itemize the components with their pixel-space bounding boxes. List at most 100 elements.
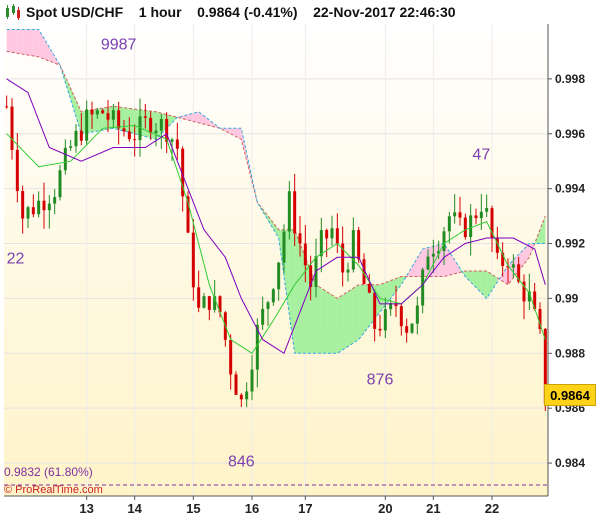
candle-body <box>95 110 99 115</box>
cloud-segment <box>33 29 39 57</box>
candle-body <box>47 203 51 211</box>
candle-body <box>282 231 286 263</box>
price-chart: 0.9980.9960.9940.9920.990.9880.9860.9841… <box>4 24 585 516</box>
candle-body <box>175 139 179 149</box>
cloud-segment <box>22 29 28 56</box>
candle-body <box>101 110 105 114</box>
price-label: 0.9864 <box>197 4 240 20</box>
candle-body <box>21 191 25 219</box>
x-tick-label: 16 <box>245 501 259 516</box>
candle-body <box>261 308 265 325</box>
change-label: (-0.41%) <box>243 4 298 20</box>
candle-body <box>293 191 297 234</box>
x-tick-label: 17 <box>298 501 312 516</box>
candle-body <box>90 109 94 115</box>
cloud-segment <box>294 229 300 354</box>
candle-body <box>53 197 57 204</box>
candle-body <box>335 228 339 244</box>
candle-body <box>463 217 467 238</box>
candle-body <box>287 191 291 232</box>
y-tick-label: 0.99 <box>555 291 579 305</box>
candle-body <box>442 231 446 251</box>
candle-body <box>325 230 329 239</box>
candle-body <box>106 113 110 120</box>
timeframe-label: 1 hour <box>138 4 182 20</box>
cloud-segment <box>129 108 135 134</box>
candle-body <box>479 211 483 219</box>
cloud-segment <box>332 294 338 354</box>
y-tick-label: 0.988 <box>555 346 585 360</box>
candle-body <box>154 130 158 134</box>
datetime-label: 22-Nov-2017 22:46:30 <box>313 4 456 20</box>
plot-background <box>4 24 548 496</box>
candle-body <box>303 243 307 266</box>
candle-body <box>127 131 131 140</box>
candle-body <box>458 212 462 218</box>
candle-body <box>117 110 121 129</box>
candle-body <box>10 106 14 150</box>
candle-body <box>26 207 30 219</box>
candle-body <box>399 306 403 327</box>
candlestick-icon <box>6 4 20 20</box>
chart-title-bar: Spot USD/CHF 1 hour 0.9864 (-0.41%) 22-N… <box>0 0 552 24</box>
chart-container: 0.998 0.996 0.994 0.992 0.99 0.988 0.986 0.984 1… <box>0 0 600 519</box>
y-tick-label: 0.992 <box>555 237 585 251</box>
candle-body <box>69 146 73 148</box>
candle-body <box>133 139 137 141</box>
candle-body <box>143 116 147 118</box>
candle-body <box>378 328 382 331</box>
cloud-segment <box>348 288 354 347</box>
candle-body <box>37 200 41 215</box>
candle-body <box>330 228 334 239</box>
swing-annotation: 9987 <box>101 37 137 54</box>
x-tick-label: 13 <box>79 501 93 516</box>
cloud-segment <box>6 29 12 53</box>
candle-body <box>234 374 238 395</box>
cloud-segment <box>353 284 359 344</box>
candle-body <box>250 369 254 392</box>
candle-body <box>426 256 430 270</box>
candle-body <box>367 283 371 293</box>
candle-body <box>245 391 249 400</box>
candle-body <box>74 130 78 147</box>
candle-body <box>207 296 211 310</box>
candle-body <box>277 262 281 290</box>
candle-body <box>357 230 361 260</box>
candle-body <box>31 207 35 215</box>
candle-body <box>170 139 174 142</box>
cloud-segment <box>337 294 343 354</box>
x-tick-label: 20 <box>378 501 392 516</box>
cloud-segment <box>433 244 439 277</box>
candle-body <box>63 147 67 171</box>
candle-body <box>469 215 473 238</box>
candle-body <box>111 110 115 120</box>
candle-body <box>383 309 387 331</box>
cloud-segment <box>358 284 364 340</box>
candle-body <box>15 149 19 192</box>
cloud-segment <box>316 284 322 354</box>
candle-body <box>485 208 489 212</box>
swing-annotation: 876 <box>367 371 394 388</box>
cloud-segment <box>321 288 327 354</box>
cloud-segment <box>17 29 23 55</box>
candle-body <box>421 269 425 306</box>
x-tick-label: 22 <box>485 501 499 516</box>
candle-body <box>58 170 62 198</box>
candle-body <box>415 305 419 324</box>
candle-body <box>266 302 270 309</box>
candle-body <box>229 339 233 375</box>
candle-body <box>453 212 457 217</box>
candle-body <box>511 264 515 268</box>
swing-annotation: 846 <box>228 454 255 471</box>
candle-body <box>197 287 201 308</box>
x-tick-label: 15 <box>186 501 200 516</box>
candle-body <box>5 106 9 108</box>
fib-level-label: 0.9832 (61.80%) <box>4 465 93 479</box>
candle-body <box>373 292 377 329</box>
swing-annotation: 22 <box>7 251 25 268</box>
candle-body <box>474 215 478 219</box>
candle-body <box>202 296 206 308</box>
candle-body <box>447 216 451 232</box>
cloud-segment <box>12 29 18 54</box>
symbol-label: Spot USD/CHF <box>26 4 124 20</box>
